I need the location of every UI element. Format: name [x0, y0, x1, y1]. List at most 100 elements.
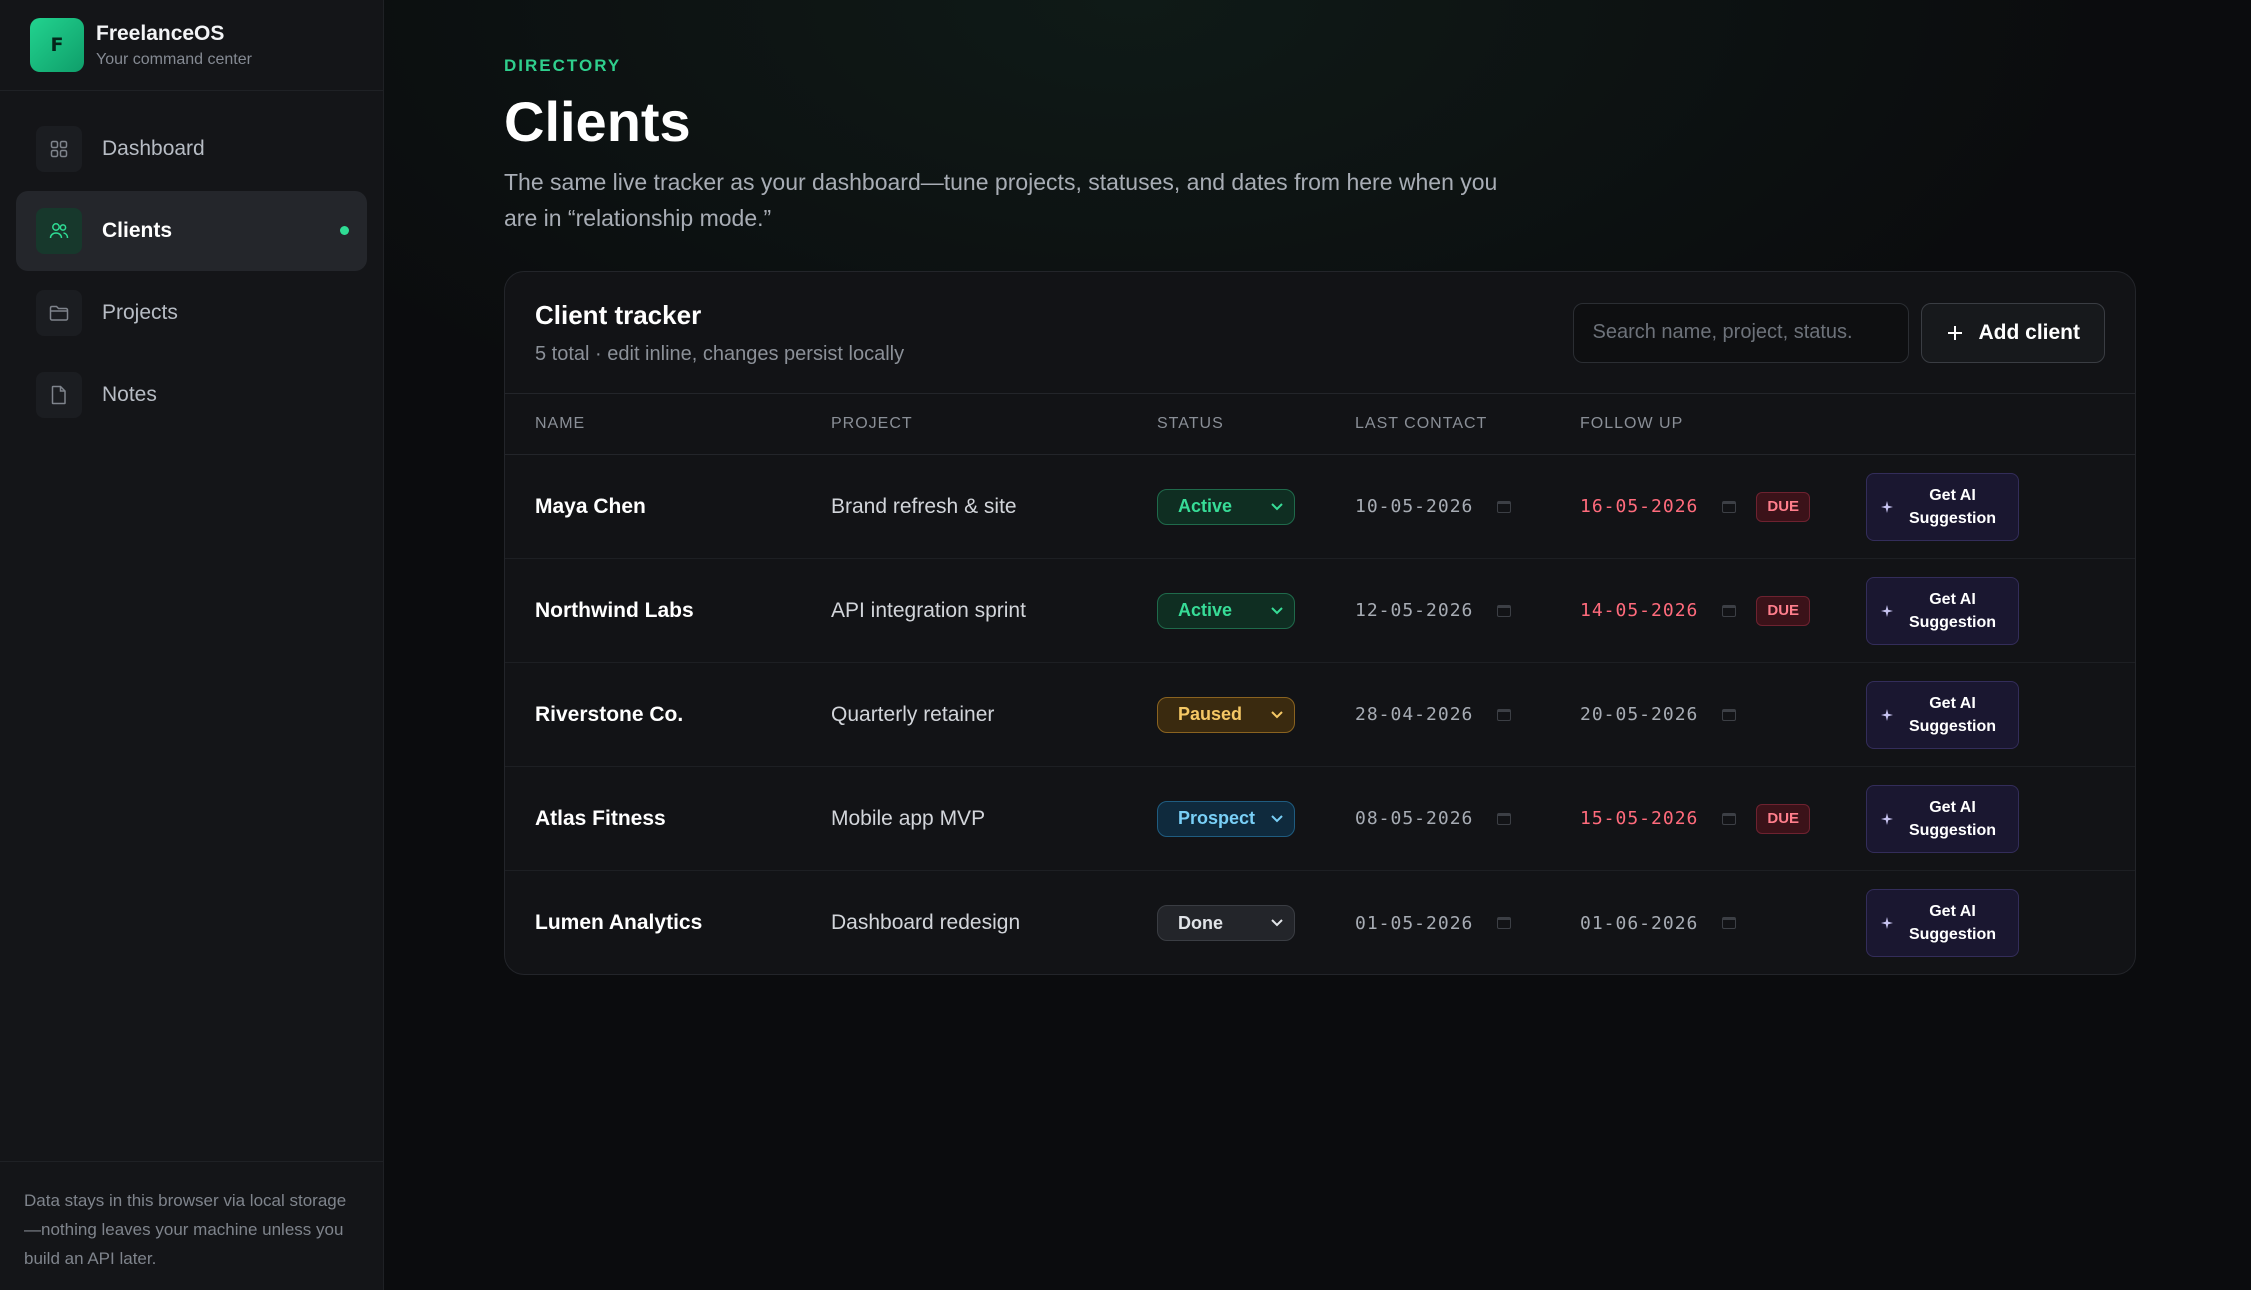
calendar-icon[interactable]: [1497, 812, 1512, 825]
get-ai-suggestion-button[interactable]: Get AI Suggestion: [1866, 784, 2019, 853]
last-contact-date: 08-05-2026: [1355, 808, 1474, 829]
column-header-name[interactable]: NAME: [505, 415, 831, 433]
sidebar-item-label: Clients: [102, 219, 173, 242]
ai-suggestion-label: Get AI Suggestion: [1908, 694, 1997, 735]
calendar-icon[interactable]: [1722, 604, 1737, 617]
calendar-icon[interactable]: [1497, 604, 1512, 617]
due-badge: DUE: [1756, 491, 1811, 522]
page-eyebrow: DIRECTORY: [504, 56, 622, 75]
sidebar-item-clients[interactable]: Clients: [16, 191, 367, 271]
active-indicator-dot: [340, 226, 349, 235]
status-value: Active: [1178, 496, 1233, 516]
ai-suggestion-label: Get AI Suggestion: [1908, 903, 1997, 943]
card-subtitle: 5 total · edit inline, changes persist l…: [535, 342, 905, 365]
calendar-icon[interactable]: [1497, 917, 1512, 929]
column-header-last-contact[interactable]: LAST CONTACT: [1355, 415, 1580, 433]
status-select[interactable]: Active: [1157, 488, 1295, 525]
last-contact-date-input[interactable]: 28-04-2026: [1355, 704, 1580, 725]
last-contact-date-input[interactable]: 10-05-2026: [1355, 496, 1580, 517]
card-title: Client tracker: [535, 299, 702, 330]
sidebar-item-label: Notes: [102, 383, 157, 406]
follow-up-date-input[interactable]: 01-06-2026: [1580, 912, 1737, 934]
add-client-label: Add client: [1978, 320, 2080, 344]
client-project[interactable]: Dashboard redesign: [831, 911, 1157, 935]
status-value: Active: [1178, 600, 1233, 620]
file-icon: [36, 372, 82, 418]
page-subtitle: The same live tracker as your dashboard—…: [504, 169, 1498, 231]
client-name[interactable]: Maya Chen: [505, 495, 831, 519]
follow-up-date-input[interactable]: 15-05-2026: [1580, 808, 1737, 829]
chevron-down-icon: [1271, 606, 1283, 614]
get-ai-suggestion-button[interactable]: Get AI Suggestion: [1866, 472, 2019, 541]
column-header-follow-up[interactable]: FOLLOW UP: [1580, 415, 1866, 433]
brand-logo: F: [30, 18, 84, 72]
search-input[interactable]: [1573, 302, 1910, 363]
status-select[interactable]: Prospect: [1157, 800, 1295, 837]
grid-icon: [36, 126, 82, 172]
status-value: Prospect: [1178, 808, 1256, 828]
chevron-down-icon: [1271, 919, 1283, 927]
sparkle-icon: [1881, 917, 1893, 929]
users-icon: [36, 208, 82, 254]
client-name[interactable]: Lumen Analytics: [505, 911, 831, 935]
client-tracker-card: Client tracker 5 total · edit inline, ch…: [504, 271, 2136, 975]
client-name[interactable]: Atlas Fitness: [505, 807, 831, 831]
calendar-icon[interactable]: [1722, 500, 1737, 513]
follow-up-date-input[interactable]: 20-05-2026: [1580, 704, 1737, 725]
client-project[interactable]: Mobile app MVP: [831, 807, 1157, 831]
column-header-project[interactable]: PROJECT: [831, 415, 1157, 433]
add-client-button[interactable]: Add client: [1921, 302, 2105, 363]
table-body: Maya Chen Brand refresh & site Active 10…: [505, 455, 2135, 974]
sparkle-icon: [1881, 708, 1893, 721]
client-project[interactable]: API integration sprint: [831, 599, 1157, 623]
calendar-icon[interactable]: [1722, 812, 1737, 825]
last-contact-date: 10-05-2026: [1355, 496, 1474, 517]
ai-suggestion-label: Get AI Suggestion: [1908, 486, 1997, 527]
sidebar-nav: Dashboard Clients Projects Notes: [0, 91, 383, 453]
status-value: Done: [1178, 912, 1223, 933]
follow-up-date: 01-06-2026: [1580, 912, 1699, 934]
last-contact-date-input[interactable]: 01-05-2026: [1355, 913, 1580, 934]
due-badge: DUE: [1756, 595, 1811, 626]
table-row: Riverstone Co. Quarterly retainer Paused…: [505, 663, 2135, 767]
last-contact-date-input[interactable]: 12-05-2026: [1355, 600, 1580, 621]
brand[interactable]: F FreelanceOS Your command center: [0, 0, 383, 91]
last-contact-date: 28-04-2026: [1355, 704, 1474, 725]
due-badge: DUE: [1756, 803, 1811, 834]
sidebar-item-notes[interactable]: Notes: [16, 355, 367, 435]
status-select[interactable]: Active: [1157, 592, 1295, 629]
calendar-icon[interactable]: [1722, 917, 1737, 929]
brand-tagline: Your command center: [96, 50, 252, 68]
client-name[interactable]: Riverstone Co.: [505, 703, 831, 727]
follow-up-date-input[interactable]: 16-05-2026: [1580, 496, 1737, 517]
chevron-down-icon: [1271, 502, 1283, 510]
status-select[interactable]: Done: [1157, 905, 1295, 941]
ai-suggestion-label: Get AI Suggestion: [1908, 590, 1997, 631]
get-ai-suggestion-button[interactable]: Get AI Suggestion: [1866, 889, 2019, 957]
client-project[interactable]: Quarterly retainer: [831, 703, 1157, 727]
column-header-status[interactable]: STATUS: [1157, 415, 1355, 433]
calendar-icon[interactable]: [1497, 708, 1512, 721]
plus-icon: [1948, 325, 1963, 340]
sidebar-item-projects[interactable]: Projects: [16, 273, 367, 353]
last-contact-date-input[interactable]: 08-05-2026: [1355, 808, 1580, 829]
sidebar: F FreelanceOS Your command center Dashbo…: [0, 0, 384, 1290]
follow-up-date: 16-05-2026: [1580, 496, 1699, 517]
sparkle-icon: [1881, 604, 1893, 617]
status-select[interactable]: Paused: [1157, 696, 1295, 733]
client-name[interactable]: Northwind Labs: [505, 599, 831, 623]
table-row: Northwind Labs API integration sprint Ac…: [505, 559, 2135, 663]
sparkle-icon: [1881, 812, 1893, 825]
table-row: Maya Chen Brand refresh & site Active 10…: [505, 455, 2135, 559]
sidebar-item-label: Dashboard: [102, 137, 205, 160]
sidebar-item-dashboard[interactable]: Dashboard: [16, 109, 367, 189]
follow-up-date-input[interactable]: 14-05-2026: [1580, 600, 1737, 621]
chevron-down-icon: [1271, 710, 1283, 718]
get-ai-suggestion-button[interactable]: Get AI Suggestion: [1866, 576, 2019, 645]
calendar-icon[interactable]: [1497, 500, 1512, 513]
brand-name: FreelanceOS: [96, 21, 225, 45]
status-value: Paused: [1178, 704, 1243, 724]
calendar-icon[interactable]: [1722, 708, 1737, 721]
client-project[interactable]: Brand refresh & site: [831, 495, 1157, 519]
get-ai-suggestion-button[interactable]: Get AI Suggestion: [1866, 680, 2019, 749]
